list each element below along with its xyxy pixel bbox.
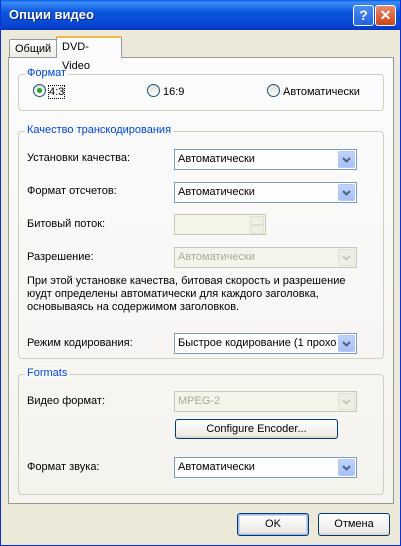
transcode-legend: Качество транскодирования	[25, 124, 174, 136]
formats-group: Formats Видео формат: MPEG-2 Configure E…	[18, 367, 384, 495]
video-format-label: Видео формат:	[27, 395, 106, 407]
cancel-button[interactable]: Отмена	[318, 513, 390, 536]
quality-label: Установки качества:	[27, 152, 131, 164]
tab-dvd-video[interactable]: DVD-Video	[56, 36, 122, 72]
tab-general[interactable]: Общий	[9, 39, 57, 58]
note-line: При этой установке качества, битовая ско…	[27, 275, 346, 287]
audio-format-select[interactable]: Автоматически	[174, 457, 357, 478]
report-format-label: Формат отсчетов:	[27, 185, 117, 197]
transcode-quality-group: Качество транскодирования Установки каче…	[18, 124, 384, 359]
radio-selected-icon	[33, 84, 46, 97]
radio-4-3[interactable]: 4:3	[33, 84, 66, 99]
audio-format-value: Автоматически	[178, 461, 255, 473]
note-line: основываясь на содержимом заголовков.	[27, 301, 240, 313]
encoding-mode-label: Режим кодирования:	[27, 337, 133, 349]
radio-16-9-label: 16:9	[163, 86, 185, 98]
bitrate-label: Битовый поток:	[27, 218, 106, 230]
chevron-down-icon	[338, 459, 355, 476]
encoding-mode-select[interactable]: Быстрое кодирование (1 проход)	[174, 333, 357, 354]
window-title: Опции видео	[9, 7, 94, 22]
report-format-select[interactable]: Автоматически	[174, 182, 357, 203]
spin-down-icon	[250, 225, 264, 234]
video-options-dialog: Опции видео ? ✕ Общий DVD-Video Формат 4…	[0, 0, 401, 546]
video-format-select[interactable]: MPEG-2	[174, 391, 357, 412]
resolution-label: Разрешение:	[27, 251, 94, 263]
report-format-value: Автоматически	[178, 186, 255, 198]
chevron-down-icon	[338, 249, 355, 266]
quality-select[interactable]: Автоматически	[174, 149, 357, 170]
quality-note: При этой установке качества, битовая ско…	[27, 275, 377, 314]
format-group: Формат 4:3 16:9 Автоматически	[18, 67, 384, 111]
help-button[interactable]: ?	[353, 5, 374, 26]
resolution-value: Автоматически	[178, 251, 255, 263]
audio-format-label: Формат звука:	[27, 461, 100, 473]
video-format-value: MPEG-2	[178, 395, 221, 407]
chevron-down-icon	[338, 151, 355, 168]
close-button[interactable]: ✕	[375, 5, 396, 26]
chevron-down-icon	[338, 393, 355, 410]
radio-unselected-icon	[267, 84, 280, 97]
radio-16-9[interactable]: 16:9	[147, 84, 184, 98]
chevron-down-icon	[338, 335, 355, 352]
bitrate-spinner[interactable]	[174, 214, 266, 235]
formats-legend: Formats	[25, 367, 70, 379]
tab-panel: Формат 4:3 16:9 Автоматически Качество т…	[8, 57, 394, 504]
radio-auto-label: Автоматически	[283, 86, 360, 98]
note-line: юудт определены автоматически для каждог…	[27, 288, 319, 300]
radio-unselected-icon	[147, 84, 160, 97]
quality-value: Автоматически	[178, 153, 255, 165]
resolution-select[interactable]: Автоматически	[174, 247, 357, 268]
spin-up-icon	[250, 216, 264, 225]
ok-button[interactable]: OK	[237, 513, 309, 536]
radio-auto[interactable]: Автоматически	[267, 84, 360, 98]
encoding-mode-value: Быстрое кодирование (1 проход)	[178, 337, 336, 349]
chevron-down-icon	[338, 184, 355, 201]
configure-encoder-button[interactable]: Configure Encoder...	[175, 419, 338, 439]
title-bar[interactable]: Опции видео ? ✕	[1, 0, 400, 30]
radio-4-3-label: 4:3	[47, 85, 66, 99]
